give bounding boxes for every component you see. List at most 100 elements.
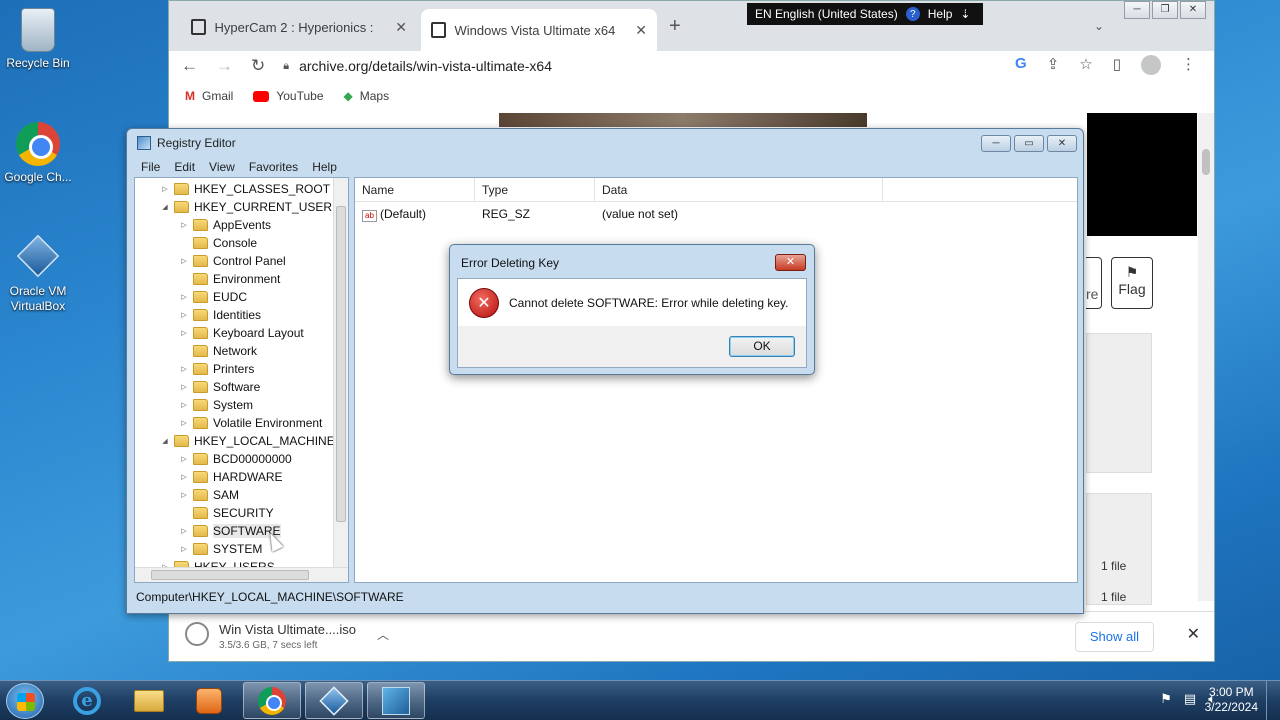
language-label[interactable]: EN English (United States) [755,7,898,21]
expand-toggle-icon[interactable]: ▷ [180,329,188,337]
tree-node[interactable]: ◢ HKEY_LOCAL_MACHINE [161,432,334,450]
tree-node[interactable]: ▷ Volatile Environment [180,414,322,432]
close-download-shelf-icon[interactable]: ✕ [1187,624,1200,644]
bookmark-youtube[interactable]: YouTube [253,89,324,103]
reload-icon[interactable]: ↻ [251,56,265,76]
expand-toggle-icon[interactable]: ▷ [180,419,188,427]
tab-vista-iso[interactable]: Windows Vista Ultimate x64 ISO ✕ [421,9,657,51]
tree-node[interactable]: ▷ Keyboard Layout [180,324,303,342]
taskbar-virtualbox[interactable] [305,682,363,719]
tree-node[interactable]: Console [180,234,257,252]
column-data[interactable]: Data [595,178,883,201]
tree-node[interactable]: Environment [180,270,280,288]
show-all-button[interactable]: Show all [1074,622,1154,652]
tree-node[interactable]: Network [180,342,257,360]
tree-node[interactable]: ▷ HKEY_CLASSES_ROOT [161,180,330,198]
minimize-button[interactable]: ─ [1124,1,1150,19]
tree-node[interactable]: ▷ AppEvents [180,216,271,234]
expand-toggle-icon[interactable]: ▷ [180,545,188,553]
profile-avatar-icon[interactable] [1141,55,1161,75]
clock[interactable]: 3:00 PM 3/22/2024 [1205,685,1258,715]
google-icon[interactable]: G [1015,55,1027,75]
taskbar-explorer[interactable] [120,682,178,719]
desktop-icon-recycle-bin[interactable]: Recycle Bin [0,8,76,70]
scrollbar-thumb[interactable] [1202,149,1210,175]
video-player[interactable] [1087,113,1197,236]
chevron-up-icon[interactable]: ︿ [377,626,389,643]
expand-toggle-icon[interactable]: ▷ [180,455,188,463]
column-type[interactable]: Type [475,178,595,201]
expand-toggle-icon[interactable]: ▷ [180,365,188,373]
menu-view[interactable]: View [209,160,235,174]
forward-icon[interactable]: → [216,56,233,76]
ok-button[interactable]: OK [729,336,795,357]
tree-node[interactable]: ▷ System [180,396,253,414]
menu-favorites[interactable]: Favorites [249,160,298,174]
expand-toggle-icon[interactable]: ▷ [180,311,188,319]
language-bar[interactable]: EN English (United States) ? Help ⇣ [747,3,983,25]
maximize-button[interactable]: ❐ [1152,1,1178,19]
tab-close-icon[interactable]: ✕ [395,19,407,36]
tab-close-icon[interactable]: ✕ [635,22,647,39]
download-item[interactable]: Win Vista Ultimate....iso 3.5/3.6 GB, 7 … [185,622,356,651]
desktop-icon-virtualbox[interactable]: Oracle VM VirtualBox [0,234,76,314]
action-center-flag-icon[interactable]: ⚑ [1160,691,1172,707]
url-input[interactable]: archive.org/details/win-vista-ultimate-x… [299,58,552,74]
back-icon[interactable]: ← [181,56,198,76]
bookmark-gmail[interactable]: M Gmail [185,89,233,103]
scrollbar-thumb[interactable] [336,206,346,522]
expand-toggle-icon[interactable]: ▷ [180,383,188,391]
taskbar-regedit[interactable] [367,682,425,719]
share-icon[interactable]: ⇪ [1047,55,1060,75]
tree-node[interactable]: ▷ EUDC [180,288,247,306]
tree-node[interactable]: ▷ Software [180,378,260,396]
menu-file[interactable]: File [141,160,160,174]
dialog-close-button[interactable]: ✕ [775,254,806,271]
expand-toggle-icon[interactable]: ◢ [161,437,169,445]
show-desktop-button[interactable] [1266,681,1280,720]
expand-toggle-icon[interactable]: ▷ [180,491,188,499]
tree-node[interactable]: ▷ SAM [180,486,239,504]
taskbar-media-player[interactable] [180,682,238,719]
tree-node[interactable]: ▷ HARDWARE [180,468,282,486]
new-tab-icon[interactable]: + [669,15,681,38]
close-button[interactable]: ✕ [1180,1,1206,19]
taskbar-ie[interactable]: e [58,682,116,719]
options-icon[interactable]: ⇣ [960,7,970,21]
bookmark-star-icon[interactable]: ☆ [1079,55,1092,75]
tree-horizontal-scrollbar[interactable] [135,567,348,582]
tree-node[interactable]: ▷ Printers [180,360,254,378]
minimize-button[interactable]: ─ [981,135,1011,152]
tree-vertical-scrollbar[interactable] [333,178,348,568]
tab-hypercam[interactable]: HyperCam 2 : Hyperionics : Free ✕ [181,9,417,45]
tree-node[interactable]: ▷ Identities [180,306,261,324]
expand-toggle-icon[interactable]: ▷ [180,527,188,535]
tree-node[interactable]: ◢ HKEY_CURRENT_USER [161,198,332,216]
menu-kebab-icon[interactable]: ⋮ [1181,55,1196,75]
tab-search-chevron-icon[interactable]: ⌄ [1094,19,1104,33]
network-icon[interactable]: ▤ [1184,691,1196,707]
expand-toggle-icon[interactable]: ◢ [161,203,169,211]
expand-toggle-icon[interactable]: ▷ [180,473,188,481]
start-button[interactable] [6,683,44,719]
expand-toggle-icon[interactable]: ▷ [180,221,188,229]
expand-toggle-icon[interactable]: ▷ [180,257,188,265]
flag-button[interactable]: ⚑ Flag [1111,257,1153,309]
taskbar-chrome[interactable] [243,682,301,719]
list-item[interactable]: ab (Default) REG_SZ (value not set) [355,204,1077,224]
partial-button-label[interactable]: re [1086,257,1102,309]
menu-edit[interactable]: Edit [174,160,195,174]
side-panel-icon[interactable]: ▯ [1113,55,1121,75]
tree-node[interactable]: ▷ BCD00000000 [180,450,291,468]
menu-help[interactable]: Help [312,160,337,174]
close-button[interactable]: ✕ [1047,135,1077,152]
tree-node[interactable]: ▷ Control Panel [180,252,285,270]
expand-toggle-icon[interactable]: ▷ [180,293,188,301]
help-label[interactable]: Help [928,7,953,21]
expand-toggle-icon[interactable]: ▷ [161,185,169,193]
desktop-icon-chrome[interactable]: Google Ch... [0,122,76,184]
scrollbar-thumb[interactable] [151,570,309,580]
page-scrollbar[interactable] [1198,113,1214,601]
bookmark-maps[interactable]: ◆ Maps [344,89,390,103]
tree-node[interactable]: ▷ SYSTEM [180,540,262,558]
